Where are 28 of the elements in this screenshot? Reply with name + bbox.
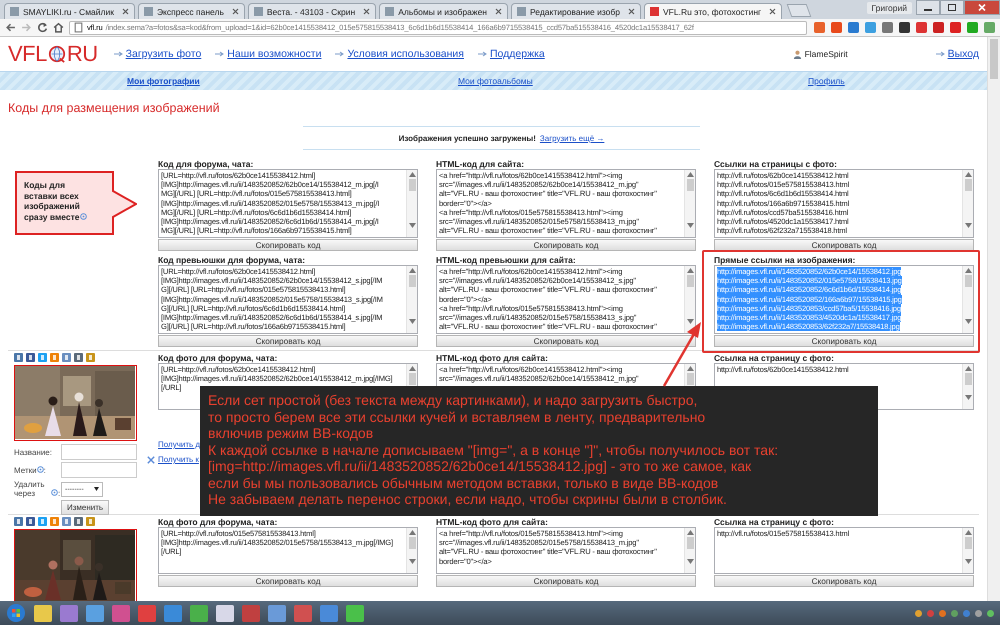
tab-title: SMAYLIKI.ru - Смайлик [23, 6, 114, 16]
field-label: : [44, 466, 46, 474]
field-label: Ссылки на страницы с фото: [714, 159, 838, 169]
field-label: HTML-код фото для сайта: [436, 517, 549, 527]
field-label: Метки [14, 466, 37, 474]
username: FlameSpirit [804, 49, 848, 59]
success-message: Изображения успешно загружены! [398, 134, 536, 142]
field-label: Название: [14, 448, 51, 456]
field-label: HTML-код для сайта: [436, 159, 526, 169]
field-label: : [58, 489, 60, 498]
page-title: Коды для размещения изображений [7, 100, 221, 117]
tab-title: Альбомы и изображен [398, 6, 487, 16]
field-label: HTML-код фото для сайта: [436, 353, 549, 363]
field-label: Ссылка на страницу с фото: [714, 353, 835, 363]
field-label: Код фото для форума, чата: [158, 517, 278, 527]
field-label: Код для форума, чата: [158, 159, 254, 169]
tab-title: VFL.Ru это, фотохостинг [663, 6, 762, 16]
tab-title: Экспресс панель [156, 6, 224, 16]
field-label: Код превьюшки для форума, чата: [158, 255, 306, 265]
field-label: Код фото для форума, чата: [158, 353, 278, 363]
tab-title: Веста. - 43103 - Скрин [266, 6, 356, 16]
field-label: Прямые ссылки на изображения: [714, 255, 856, 265]
tab-title: Редактирование изобр [530, 6, 620, 16]
annotation-text: Если сет простой (без текста между картинками), и надо загрузить быстро, то просто берем все эти ссылки кучей и вставляем в ленту, предварительно включив режим BB-кодов К каждой ссылке в начале дописываем "[img=", а в конце "]", чтобы получилось вот так: [img=http://images.vfl.ru/ii/1483520852/62b0ce14/15538412.jpg] - это то же самое, как если бы мы пользовались обычным методом вставки, только в виде BB-кодов Не забываем делать перенос строки, если надо, чтобы скрины были в столбик. [208, 392, 780, 508]
callout-text: Коды для вставки всех изображений сразу вместе [24, 180, 80, 222]
field-label: Удалить через [14, 480, 46, 498]
field-label: Ссылка на страницу с фото: [714, 517, 835, 527]
field-label: HTML-код превьюшки для сайта: [436, 255, 577, 265]
